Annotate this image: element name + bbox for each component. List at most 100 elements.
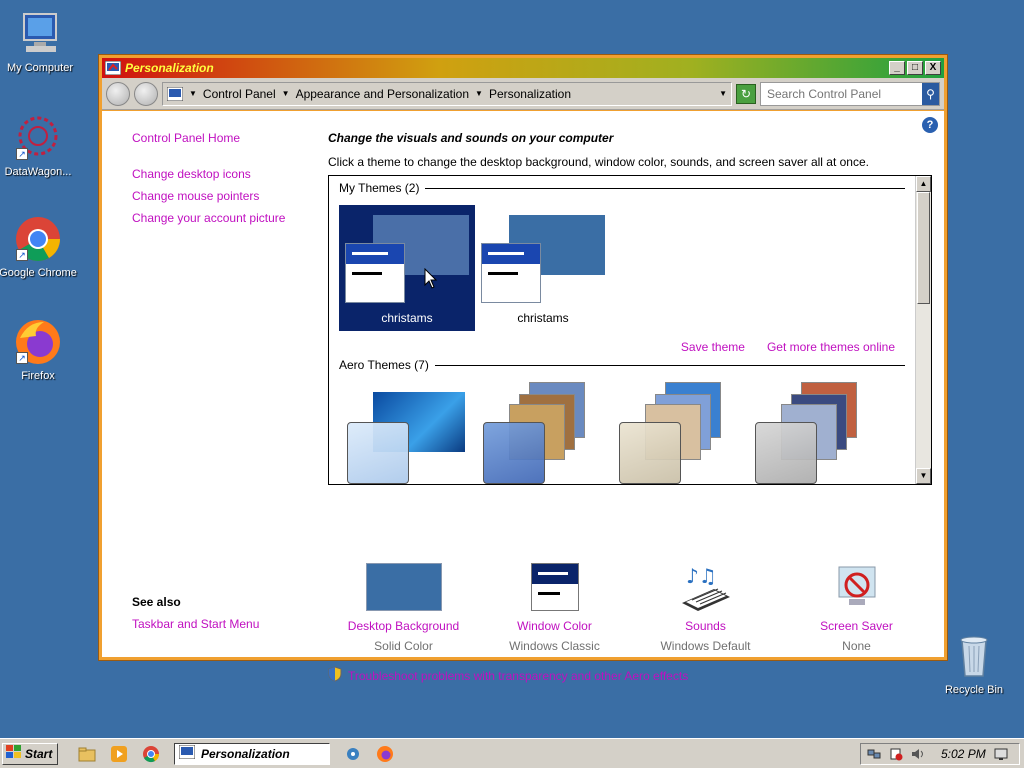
breadcrumb-control-panel[interactable]: Control Panel	[203, 87, 276, 101]
breadcrumb[interactable]: ▼ Control Panel ▼ Appearance and Persona…	[162, 81, 732, 106]
troubleshoot-link[interactable]: Troubleshoot problems with transparency …	[348, 669, 688, 683]
action-center-icon[interactable]	[889, 747, 903, 761]
page-title: Change the visuals and sounds on your co…	[328, 131, 614, 145]
volume-icon[interactable]	[911, 747, 925, 761]
personalization-window: Personalization _ □ X ▼ Control Panel ▼ …	[98, 54, 948, 683]
recycle-bin-icon	[950, 632, 998, 680]
window-color-item[interactable]: Window Color Windows Classic	[479, 563, 630, 653]
desktop-background-item[interactable]: Desktop Background Solid Color	[328, 563, 479, 653]
chevron-right-icon[interactable]: ▼	[475, 89, 483, 98]
shortcut-arrow-icon: ↗	[16, 249, 28, 261]
clock[interactable]: 5:02 PM	[941, 747, 986, 761]
desktop-icon-label: Firefox	[21, 370, 55, 382]
left-pane: Control Panel Home Change desktop icons …	[132, 131, 332, 233]
theme-list-scrollbar[interactable]: ▲ ▼	[915, 176, 931, 484]
search-input[interactable]	[761, 82, 922, 105]
search-box[interactable]: ⚲	[760, 81, 940, 106]
control-panel-icon	[104, 60, 122, 76]
desktop-icon-my-computer[interactable]: My Computer	[0, 10, 80, 74]
screen-saver-item[interactable]: Screen Saver None	[781, 563, 932, 653]
desktop-icon-google-chrome[interactable]: ↗ Google Chrome	[0, 215, 78, 279]
change-desktop-icons-link[interactable]: Change desktop icons	[132, 167, 332, 181]
aero-theme-characters[interactable]	[615, 382, 741, 484]
aero-theme-architecture[interactable]	[479, 382, 605, 484]
aero-theme-windows-7[interactable]	[343, 382, 469, 484]
windows-logo-icon	[6, 745, 22, 762]
window-preview-icon	[345, 243, 405, 303]
window-color-value: Windows Classic	[509, 639, 600, 653]
back-button[interactable]	[106, 81, 130, 106]
desktop-icon-firefox[interactable]: ↗ Firefox	[0, 318, 78, 382]
content-area: ? Control Panel Home Change desktop icon…	[102, 111, 944, 683]
folder-icon[interactable]	[78, 745, 96, 763]
address-bar: ▼ Control Panel ▼ Appearance and Persona…	[102, 78, 944, 110]
chevron-right-icon[interactable]: ▼	[189, 89, 197, 98]
scroll-down-icon[interactable]: ▼	[916, 468, 931, 484]
control-panel-icon	[166, 86, 184, 101]
theme-item-christams-1[interactable]: christams	[339, 205, 475, 331]
sounds-icon: ♪♫	[668, 563, 744, 613]
change-mouse-pointers-link[interactable]: Change mouse pointers	[132, 189, 332, 203]
control-panel-home-link[interactable]: Control Panel Home	[132, 131, 332, 145]
title-bar[interactable]: Personalization _ □ X	[102, 58, 944, 78]
screen-saver-link[interactable]: Screen Saver	[781, 619, 932, 633]
desktop-background-value: Solid Color	[374, 639, 433, 653]
sounds-value: Windows Default	[660, 639, 751, 653]
scroll-up-icon[interactable]: ▲	[916, 176, 931, 192]
shortcut-arrow-icon: ↗	[16, 352, 28, 364]
change-account-picture-link[interactable]: Change your account picture	[132, 211, 332, 225]
taskbar-item-personalization[interactable]: Personalization	[174, 742, 330, 765]
chrome-icon: ↗	[14, 215, 62, 263]
computer-icon	[16, 10, 64, 58]
system-tray: 5:02 PM	[860, 743, 1020, 765]
get-more-themes-link[interactable]: Get more themes online	[767, 340, 895, 354]
taskbar-item-label: Personalization	[201, 746, 290, 761]
svg-text:♪♫: ♪♫	[686, 564, 717, 588]
search-icon[interactable]: ⚲	[922, 82, 939, 105]
sounds-link[interactable]: Sounds	[630, 619, 781, 633]
troubleshoot-row: Troubleshoot problems with transparency …	[328, 666, 688, 685]
refresh-button[interactable]: ↻	[736, 83, 756, 104]
desktop-icon-label: My Computer	[6, 62, 74, 74]
desktop-background-link[interactable]: Desktop Background	[328, 619, 479, 633]
breadcrumb-appearance[interactable]: Appearance and Personalization	[296, 87, 469, 101]
start-button[interactable]: Start	[2, 742, 58, 765]
chevron-down-icon[interactable]: ▼	[719, 89, 727, 98]
theme-list[interactable]: My Themes (2) christams christams Save t…	[328, 175, 932, 485]
scrollbar-thumb[interactable]	[917, 192, 930, 304]
desktop-background-icon	[365, 563, 442, 613]
minimize-button[interactable]: _	[889, 61, 905, 75]
firefox-icon: ↗	[14, 318, 62, 366]
taskbar-start-menu-link[interactable]: Taskbar and Start Menu	[132, 617, 259, 631]
show-desktop-icon[interactable]	[994, 747, 1008, 761]
save-theme-link[interactable]: Save theme	[681, 340, 745, 354]
aero-theme-landscapes[interactable]	[751, 382, 877, 484]
shield-icon	[328, 666, 342, 685]
my-themes-header: My Themes (2)	[339, 181, 905, 195]
window-color-link[interactable]: Window Color	[479, 619, 630, 633]
media-player-icon[interactable]	[110, 745, 128, 763]
desktop-icon-label: DataWagon...	[4, 166, 72, 178]
forward-button[interactable]	[134, 81, 158, 106]
theme-item-christams-2[interactable]: christams	[475, 205, 611, 331]
network-icon[interactable]	[867, 747, 881, 761]
maximize-button[interactable]: □	[907, 61, 923, 75]
chevron-right-icon[interactable]: ▼	[282, 89, 290, 98]
desktop-icon-recycle-bin[interactable]: Recycle Bin	[938, 632, 1010, 696]
firefox-icon[interactable]	[376, 745, 394, 763]
my-themes-label: My Themes (2)	[339, 181, 420, 195]
aero-themes-header: Aero Themes (7)	[339, 358, 905, 372]
window-preview-icon	[481, 243, 541, 303]
control-panel-icon	[178, 744, 196, 762]
theme-name: christams	[381, 311, 433, 325]
start-label: Start	[25, 746, 53, 761]
desktop-icon-datawagon[interactable]: ↗ DataWagon...	[0, 114, 78, 178]
page-subtitle: Click a theme to change the desktop back…	[328, 155, 869, 169]
chrome-icon[interactable]	[142, 745, 160, 763]
shortcut-arrow-icon: ↗	[16, 148, 28, 160]
close-button[interactable]: X	[925, 61, 941, 75]
breadcrumb-personalization[interactable]: Personalization	[489, 87, 571, 101]
sounds-item[interactable]: ♪♫ Sounds Windows Default	[630, 563, 781, 653]
settings-app-icon[interactable]	[344, 745, 362, 763]
desktop-icon-label: Recycle Bin	[944, 684, 1004, 696]
